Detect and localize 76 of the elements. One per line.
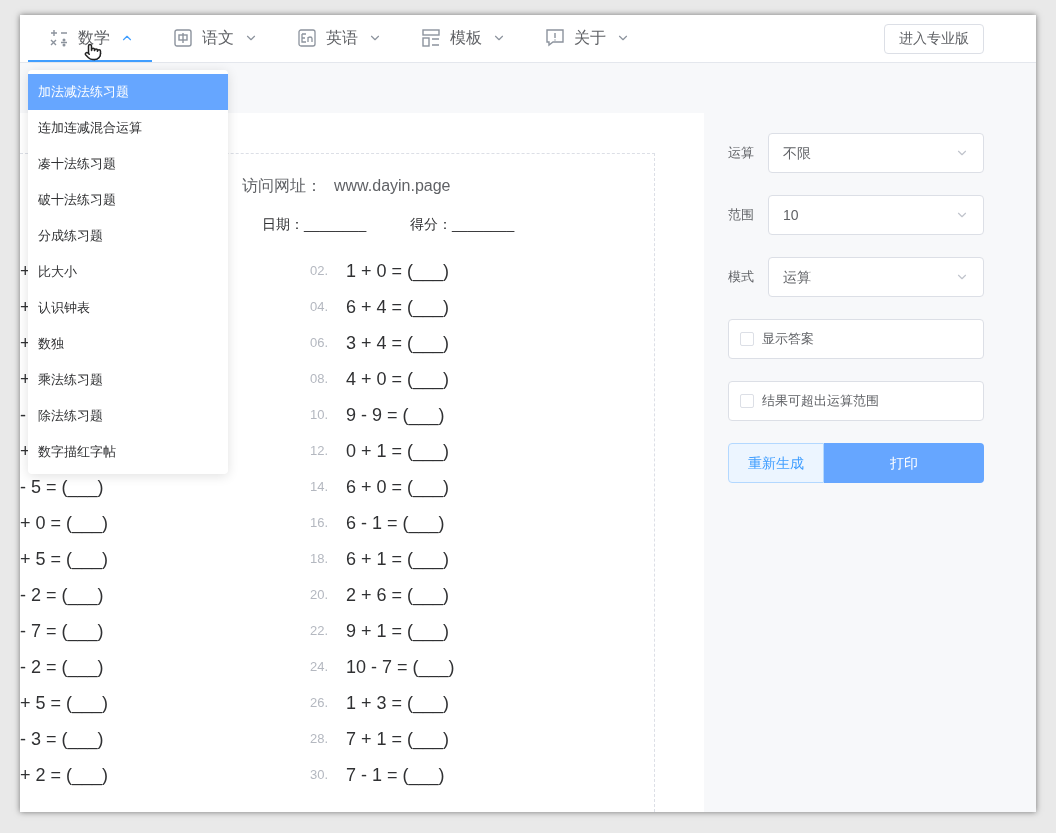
- equation-text: + 5 = (___): [20, 547, 109, 572]
- pro-version-button[interactable]: 进入专业版: [884, 23, 984, 54]
- equation-text: + 2 = (___): [20, 763, 109, 788]
- question-number: 10.: [310, 406, 330, 425]
- question-number: 04.: [310, 298, 330, 317]
- select-field[interactable]: 运算: [768, 257, 984, 297]
- checkbox-option[interactable]: 显示答案: [728, 319, 984, 359]
- equation-text: 3 + 4 = (___): [346, 331, 450, 356]
- question-number: 16.: [310, 514, 330, 533]
- layout-icon: [422, 28, 440, 47]
- question-number: 06.: [310, 334, 330, 353]
- checkbox[interactable]: [740, 332, 754, 346]
- equation-text: - 7 = (___): [20, 619, 104, 644]
- field-label: 模式: [728, 268, 755, 287]
- character-box-icon: [174, 28, 192, 47]
- nav-tab[interactable]: 关于: [524, 15, 648, 62]
- score-label: 得分：: [410, 214, 452, 234]
- menu-item[interactable]: 连加连减混合运算: [28, 110, 228, 146]
- menu-item[interactable]: 数字描红字帖: [28, 434, 228, 470]
- menu-item[interactable]: 比大小: [28, 254, 228, 290]
- equation-text: - 2 = (___): [20, 655, 104, 680]
- equation-text: 7 - 1 = (___): [346, 763, 445, 788]
- equation-text: - 5 = (___): [20, 475, 104, 500]
- menu-item[interactable]: 数独: [28, 326, 228, 362]
- menu-item[interactable]: 分成练习题: [28, 218, 228, 254]
- equation-text: + 0 = (___): [20, 511, 109, 536]
- menu-item[interactable]: 除法练习题: [28, 398, 228, 434]
- math-symbols-icon: [50, 28, 68, 47]
- equation-text: - 2 = (___): [20, 583, 104, 608]
- select-field[interactable]: 不限: [768, 133, 984, 173]
- checkbox[interactable]: [740, 394, 754, 408]
- equation-text: 1 + 0 = (___): [346, 259, 450, 284]
- nav-tab[interactable]: 模板: [400, 15, 524, 62]
- question-number: 24.: [310, 658, 330, 677]
- nav-tab[interactable]: 语文: [152, 15, 276, 62]
- notice-text: 访问网址：: [242, 176, 322, 196]
- select-field[interactable]: 10: [768, 195, 984, 235]
- field-label: 范围: [728, 206, 755, 225]
- letters-box-icon: [298, 28, 316, 47]
- question-number: 14.: [310, 478, 330, 497]
- checkbox-option[interactable]: 结果可超出运算范围: [728, 381, 984, 421]
- equation-text: 0 + 1 = (___): [346, 439, 450, 464]
- question-number: 18.: [310, 550, 330, 569]
- question-number: 22.: [310, 622, 330, 641]
- message-alert-icon: [546, 28, 564, 47]
- question-number: 20.: [310, 586, 330, 605]
- menu-item[interactable]: 破十法练习题: [28, 182, 228, 218]
- equation-text: 6 + 0 = (___): [346, 475, 450, 500]
- question-number: 08.: [310, 370, 330, 389]
- nav-tab[interactable]: 英语: [276, 15, 400, 62]
- equation-text: 2 + 6 = (___): [346, 583, 450, 608]
- equation-text: - 3 = (___): [20, 727, 104, 752]
- date-blank: ________: [304, 214, 368, 234]
- equation-text: + 5 = (___): [20, 691, 109, 716]
- menu-item[interactable]: 凑十法练习题: [28, 146, 228, 182]
- equation-text: 6 + 1 = (___): [346, 547, 450, 572]
- website-url: www.dayin.page: [334, 176, 451, 196]
- equation-text: 6 - 1 = (___): [346, 511, 445, 536]
- question-number: 26.: [310, 694, 330, 713]
- question-number: 30.: [310, 766, 330, 785]
- equation-text: 1 + 3 = (___): [346, 691, 450, 716]
- equation-text: 4 + 0 = (___): [346, 367, 450, 392]
- field-label: 运算: [728, 144, 755, 163]
- question-number: 28.: [310, 730, 330, 749]
- date-label: 日期：: [262, 214, 304, 234]
- score-blank: ________: [452, 214, 515, 234]
- question-number: 02.: [310, 262, 330, 281]
- equation-text: 9 - 9 = (___): [346, 403, 445, 428]
- equation-text: -: [20, 403, 26, 427]
- menu-item[interactable]: 乘法练习题: [28, 362, 228, 398]
- question-number: 12.: [310, 442, 330, 461]
- equation-text: 10 - 7 = (___): [346, 655, 455, 680]
- equation-text: 9 + 1 = (___): [346, 619, 450, 644]
- menu-item[interactable]: 认识钟表: [28, 290, 228, 326]
- equation-text: 7 + 1 = (___): [346, 727, 450, 752]
- equation-text: 6 + 4 = (___): [346, 295, 450, 320]
